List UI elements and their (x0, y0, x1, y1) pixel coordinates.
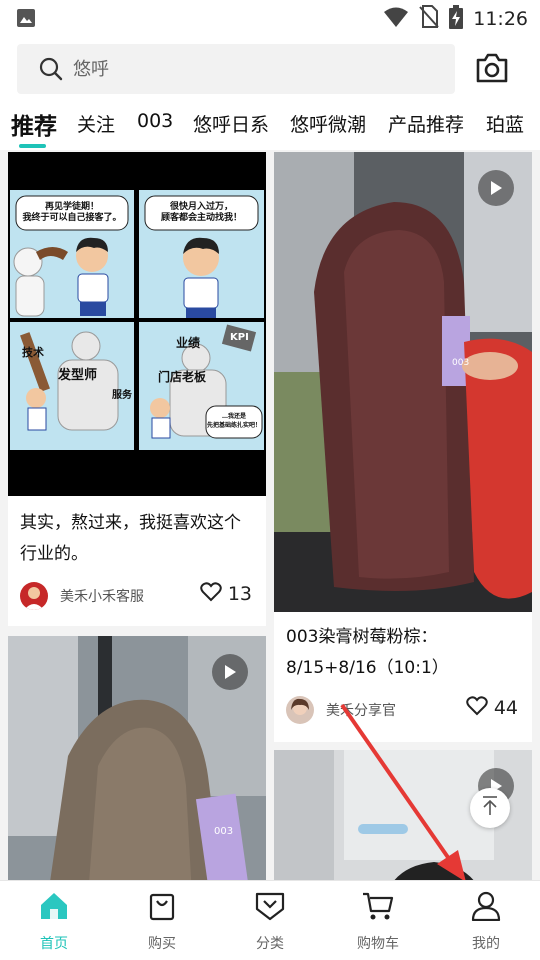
post-image-hair: 003 (274, 152, 532, 612)
battery-charging-icon (449, 5, 464, 33)
post-author[interactable]: 美禾小禾客服 (20, 582, 144, 610)
back-to-top-button[interactable] (470, 788, 510, 828)
nav-label: 分类 (256, 936, 284, 952)
camera-icon[interactable] (475, 52, 509, 88)
tab-follow[interactable]: 关注 (77, 110, 115, 137)
tab-youhu-japanese[interactable]: 悠呼日系 (193, 110, 269, 137)
nav-buy[interactable]: 购买 (122, 891, 202, 953)
comic-text-p4-bubble-line1: …我还是 (221, 413, 246, 420)
wifi-icon (383, 6, 409, 32)
category-icon (255, 891, 285, 925)
nav-profile[interactable]: 我的 (446, 891, 526, 953)
comic-text-p1-line2: 我终于可以自己接客了。 (22, 213, 122, 223)
post-title: 003染膏树莓粉棕： 8/15+8/16（10:1） (286, 622, 449, 684)
play-icon[interactable] (478, 170, 514, 206)
cart-icon (362, 891, 394, 925)
nav-cart[interactable]: 购物车 (338, 891, 418, 953)
post-title-line: 行业的。 (20, 544, 88, 564)
post-card-comic[interactable]: 再见学徒期！ 我终于可以自己接客了。 很快月入过万， 顾客都会主动找我！ 发型师… (8, 152, 266, 626)
like-button[interactable]: 44 (466, 696, 518, 720)
category-tabs: 推荐 关注 003 悠呼日系 悠呼微潮 产品推荐 珀蓝 (0, 102, 540, 150)
no-sim-icon (419, 5, 439, 33)
comic-text-skill: 技术 (22, 346, 44, 359)
author-name: 美禾小禾客服 (60, 589, 144, 605)
comic-text-p4-bubble-line2: 先把基础练扎实吧！ (206, 422, 261, 429)
nav-label: 首页 (40, 936, 68, 952)
play-icon[interactable] (212, 654, 248, 690)
arrow-up-icon (480, 795, 500, 821)
tab-youhu-trend[interactable]: 悠呼微潮 (290, 110, 366, 137)
product-box-label: 003 (452, 358, 470, 368)
tab-polan[interactable]: 珀蓝 (486, 110, 524, 137)
avatar (286, 696, 314, 724)
nav-label: 购物车 (357, 936, 399, 952)
tab-recommend[interactable]: 推荐 (11, 107, 57, 141)
status-bar: 11:26 (0, 0, 540, 36)
status-time: 11:26 (473, 8, 528, 30)
profile-icon (471, 891, 501, 925)
comic-text-kpi: KPI (230, 332, 249, 343)
nav-home[interactable]: 首页 (14, 891, 94, 953)
tab-product-recommend[interactable]: 产品推荐 (388, 110, 464, 137)
nav-category[interactable]: 分类 (230, 891, 310, 953)
search-row (0, 36, 540, 102)
like-count: 13 (227, 583, 252, 605)
feed: 再见学徒期！ 我终于可以自己接客了。 很快月入过万， 顾客都会主动找我！ 发型师… (0, 150, 540, 880)
comic-text-store-owner: 门店老板 (158, 370, 207, 384)
author-name: 美禾分享官 (326, 703, 396, 719)
heart-icon (466, 696, 488, 720)
home-icon (39, 891, 69, 925)
post-card-hair-video[interactable]: 003 (8, 636, 266, 880)
post-author[interactable]: 美禾分享官 (286, 696, 396, 724)
avatar (20, 582, 48, 610)
like-button[interactable]: 13 (200, 582, 252, 606)
nav-label: 购买 (148, 936, 176, 952)
image-icon (16, 8, 36, 32)
shopping-bag-icon (147, 891, 177, 925)
comic-text-p2-line2: 顾客都会主动找我！ (160, 213, 242, 223)
bottom-nav: 首页 购买 分类 购物车 我的 (0, 880, 540, 960)
post-image-hair-2: 003 (8, 636, 266, 880)
product-box-label: 003 (214, 826, 234, 837)
post-image-comic: 再见学徒期！ 我终于可以自己接客了。 很快月入过万， 顾客都会主动找我！ 发型师… (8, 152, 266, 496)
like-count: 44 (493, 697, 518, 719)
comic-text-service: 服务 (112, 390, 132, 401)
post-title-line: 8/15+8/16（10:1） (286, 658, 449, 678)
post-title-line: 其实，熬过来，我挺喜欢这个 (20, 513, 241, 533)
nav-label: 我的 (472, 936, 500, 952)
search-input[interactable] (73, 58, 433, 80)
comic-text-performance: 业绩 (176, 336, 201, 350)
comic-text-p1-line1: 再见学徒期！ (44, 202, 99, 212)
post-title: 其实，熬过来，我挺喜欢这个 行业的。 (20, 508, 241, 570)
heart-icon (200, 582, 222, 606)
comic-text-hairstylist: 发型师 (58, 368, 98, 383)
search-icon (39, 57, 63, 81)
active-tab-indicator (19, 144, 46, 148)
search-box[interactable] (17, 44, 455, 94)
post-title-line: 003染膏树莓粉棕： (286, 627, 438, 647)
tab-003[interactable]: 003 (137, 110, 173, 132)
comic-text-p2-line1: 很快月入过万， (169, 202, 233, 212)
post-card-hair-color[interactable]: 003 003染膏树莓粉棕： 8/15+8/16（10:1） 美禾分享官 44 (274, 152, 532, 742)
